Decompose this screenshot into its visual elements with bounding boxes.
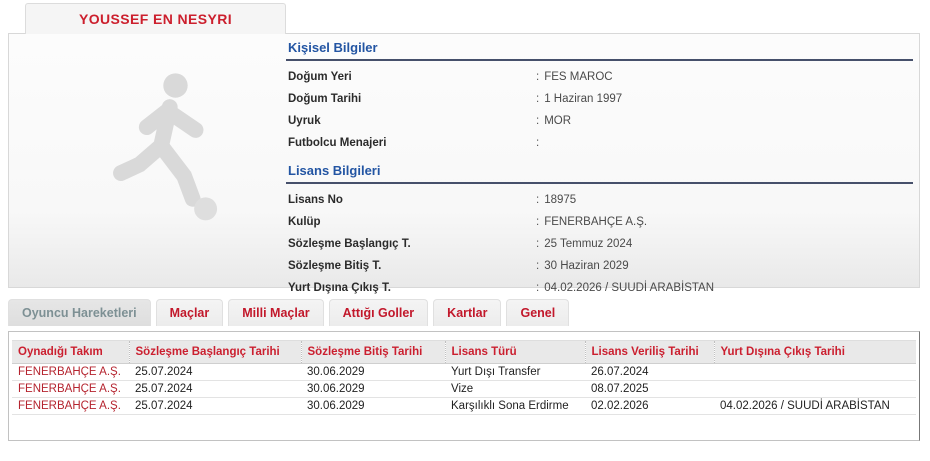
player-movements-table: Oynadığı Takım Sözleşme Başlangıç Tarihi S… <box>12 340 916 415</box>
info-row-uyruk: Uyruk: MOR <box>286 110 913 132</box>
info-colon: : <box>536 260 540 272</box>
table-cell: 25.07.2024 <box>129 397 301 415</box>
info-label: Doğum Yeri <box>288 71 352 83</box>
table-cell: 02.02.2026 <box>585 397 714 415</box>
table-cell: Karşılıklı Sona Erdirme <box>445 397 585 415</box>
column-header-lisans-verilis-tarihi: Lisans Veriliş Tarihi <box>585 340 715 364</box>
tab-oyuncu-hareketleri[interactable]: Oyuncu Hareketleri <box>8 299 151 326</box>
team-link[interactable]: FENERBAHÇE A.Ş. <box>12 363 129 381</box>
info-value: 25 Temmuz 2024 <box>544 238 633 250</box>
player-detail-tabbar: Oyuncu Hareketleri Maçlar Milli Maçlar Attı… <box>8 299 570 326</box>
info-colon: : <box>536 194 540 206</box>
tab-attigi-goller[interactable]: Attığı Goller <box>328 299 429 326</box>
license-info-title: Lisans Bilgileri <box>286 161 913 184</box>
tab-milli-maclar[interactable]: Milli Maçlar <box>228 299 324 326</box>
info-label: Lisans No <box>288 194 343 206</box>
table-cell: 26.07.2024 <box>585 363 714 381</box>
column-header-sozlesme-baslangic-tarihi: Sözleşme Başlangıç Tarihi <box>129 340 302 364</box>
table-cell: Vize <box>445 380 585 398</box>
table-cell: 30.06.2029 <box>301 397 445 415</box>
table-row: FENERBAHÇE A.Ş. 25.07.2024 30.06.2029 Karşı… <box>12 397 916 415</box>
personal-info-title: Kişisel Bilgiler <box>286 38 913 61</box>
info-label: Sözleşme Başlangıç T. <box>288 238 411 250</box>
info-label: Kulüp <box>288 216 321 228</box>
table-cell: Yurt Dışı Transfer <box>445 363 585 381</box>
info-colon: : <box>536 216 540 228</box>
info-row-sozlesme-baslangic-t: Sözleşme Başlangıç T.:25 Temmuz 2024 <box>286 233 913 255</box>
tab-maclar[interactable]: Maçlar <box>155 299 224 326</box>
table-cell: 25.07.2024 <box>129 380 301 398</box>
player-name: YOUSSEF EN NESYRI <box>78 11 233 27</box>
license-info-rows: Lisans No:18975 Kulüp: FENERBAHÇE A.Ş. Sözl… <box>286 189 913 299</box>
table-cell <box>714 380 916 398</box>
info-colon: : <box>536 238 540 250</box>
team-link[interactable]: FENERBAHÇE A.Ş. <box>12 380 129 398</box>
info-row-yurt-disina-cikis-t: Yurt Dışına Çıkış T.:04.02.2026 / SUUDİ … <box>286 277 913 299</box>
movements-panel: Oynadığı Takım Sözleşme Başlangıç Tarihi S… <box>8 331 920 441</box>
table-body: FENERBAHÇE A.Ş. 25.07.2024 30.06.2029 Yurt … <box>12 363 916 415</box>
info-value: FES MAROC <box>544 71 613 83</box>
info-colon: : <box>536 137 540 149</box>
tab-genel[interactable]: Genel <box>506 299 570 326</box>
table-cell: 04.02.2026 / SUUDİ ARABİSTAN <box>714 397 916 415</box>
info-row-kulup: Kulüp: FENERBAHÇE A.Ş. <box>286 211 913 233</box>
info-label: Doğum Tarihi <box>288 93 362 105</box>
table-header-row: Oynadığı Takım Sözleşme Başlangıç Tarihi S… <box>12 340 916 364</box>
info-value: 04.02.2026 / SUUDİ ARABİSTAN <box>544 282 715 294</box>
column-header-oynadigi-takim: Oynadığı Takım <box>12 340 130 364</box>
table-cell <box>714 363 916 381</box>
player-info-panel: Kişisel Bilgiler Doğum Yeri: FES MAROC Doğ… <box>286 38 913 299</box>
info-value: MOR <box>544 115 572 127</box>
info-row-dogum-tarihi: Doğum Tarihi:1 Haziran 1997 <box>286 88 913 110</box>
info-colon: : <box>536 71 540 83</box>
info-colon: : <box>536 115 540 127</box>
column-header-sozlesme-bitis-tarihi: Sözleşme Bitiş Tarihi <box>301 340 446 364</box>
personal-info-rows: Doğum Yeri: FES MAROC Doğum Tarihi:1 Hazir… <box>286 66 913 154</box>
player-profile-section: Kişisel Bilgiler Doğum Yeri: FES MAROC Doğ… <box>8 33 920 294</box>
info-label: Sözleşme Bitiş T. <box>288 260 382 272</box>
column-header-yurt-disina-cikis-tarihi: Yurt Dışına Çıkış Tarihi <box>714 340 916 364</box>
info-label: Futbolcu Menajeri <box>288 137 387 149</box>
column-header-lisans-turu: Lisans Türü <box>445 340 586 364</box>
info-row-sozlesme-bitis-t: Sözleşme Bitiş T.:30 Haziran 2029 <box>286 255 913 277</box>
team-link[interactable]: FENERBAHÇE A.Ş. <box>12 397 129 415</box>
table-cell: 08.07.2025 <box>585 380 714 398</box>
player-silhouette-icon <box>113 73 218 221</box>
info-value: 18975 <box>544 194 577 206</box>
info-value: 1 Haziran 1997 <box>544 93 623 105</box>
info-label: Yurt Dışına Çıkış T. <box>288 282 391 294</box>
table-row: FENERBAHÇE A.Ş. 25.07.2024 30.06.2029 Yurt … <box>12 363 916 381</box>
table-row: FENERBAHÇE A.Ş. 25.07.2024 30.06.2029 Vize 0… <box>12 380 916 398</box>
info-label: Uyruk <box>288 115 321 127</box>
info-colon: : <box>536 282 540 294</box>
table-cell: 30.06.2029 <box>301 363 445 381</box>
player-name-header: YOUSSEF EN NESYRI <box>25 3 286 34</box>
table-cell: 25.07.2024 <box>129 363 301 381</box>
info-colon: : <box>536 93 540 105</box>
info-row-futbolcu-menajeri: Futbolcu Menajeri: <box>286 132 913 154</box>
player-photo <box>79 54 249 239</box>
table-cell: 30.06.2029 <box>301 380 445 398</box>
info-value: 30 Haziran 2029 <box>544 260 629 272</box>
info-value: FENERBAHÇE A.Ş. <box>544 216 648 228</box>
tab-kartlar[interactable]: Kartlar <box>433 299 502 326</box>
info-row-lisans-no: Lisans No:18975 <box>286 189 913 211</box>
info-row-dogum-yeri: Doğum Yeri: FES MAROC <box>286 66 913 88</box>
